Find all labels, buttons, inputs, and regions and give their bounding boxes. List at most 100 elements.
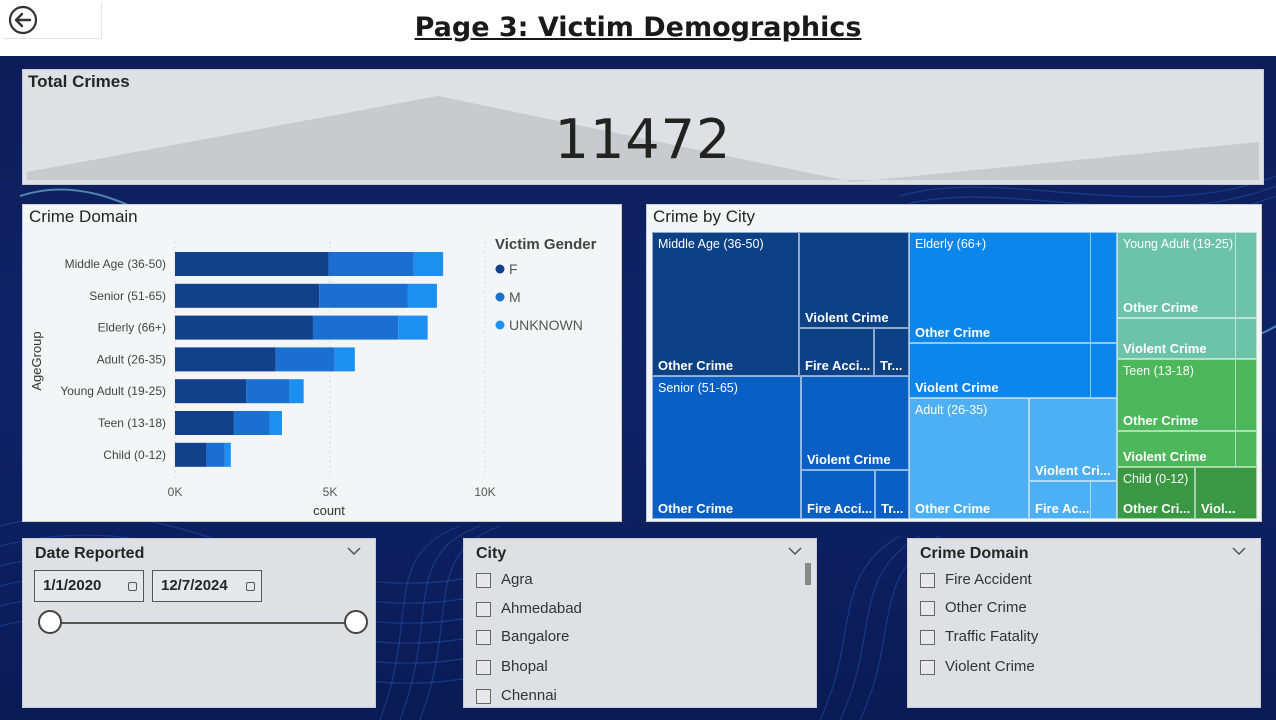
bar-segment-f [175, 442, 206, 467]
total-crimes-card[interactable]: Total Crimes 11472 [22, 69, 1264, 185]
checkbox[interactable] [920, 630, 935, 645]
category-label: Adult (26-35) [97, 352, 166, 366]
treemap-group-label: Child (0-12) [1123, 472, 1189, 486]
bar-segment-f [175, 379, 247, 404]
treemap-small-cell[interactable] [1235, 359, 1257, 431]
start-slider-handle[interactable] [38, 610, 62, 634]
treemap-cell[interactable]: Adult (26-35) Other Crime [909, 398, 1029, 519]
checkbox[interactable] [476, 573, 491, 588]
treemap-cell-label: Other Crime [915, 325, 991, 340]
legend-label: M [509, 289, 521, 305]
category-label: Young Adult (19-25) [60, 384, 166, 398]
crime-domain-slicer[interactable]: Crime Domain Fire Accident Other Crime T… [907, 538, 1261, 708]
bar-segment-m [246, 379, 290, 404]
treemap-cell[interactable]: Middle Age (36-50) Other Crime [652, 232, 799, 376]
treemap-cell-label: Other Crime [658, 501, 734, 516]
treemap-cell[interactable]: Fire Acci... [801, 470, 875, 519]
checkbox[interactable] [920, 573, 935, 588]
option-label: Fire Accident [945, 571, 1032, 588]
crime-domain-chart-card[interactable]: Crime Domain 0K 5K 10K count AgeGroup Middle … [22, 204, 622, 522]
calendar-icon[interactable] [128, 582, 137, 591]
date-slicer[interactable]: Date Reported 1/1/2020 12/7/2024 [22, 538, 376, 708]
stacked-bar-chart: 0K 5K 10K count AgeGroup Middle Age (36-50) Se… [29, 236, 597, 518]
treemap-small-cell[interactable] [1090, 481, 1117, 519]
treemap-cell-label: Other Crime [658, 358, 734, 373]
date-slicer-title: Date Reported [35, 545, 145, 562]
treemap-group-label: Elderly (66+) [915, 237, 987, 251]
treemap-cell-label: Violent Crime [807, 452, 891, 467]
legend-marker [495, 292, 505, 302]
scrollbar-thumb[interactable] [805, 563, 811, 585]
treemap-cell-label: Other Crime [1123, 300, 1199, 315]
option-label: Other Crime [945, 599, 1027, 616]
treemap-cell[interactable]: Violent Cri... [1029, 398, 1117, 481]
start-date-input[interactable]: 1/1/2020 [34, 570, 144, 602]
treemap-cell[interactable]: Tr... [874, 328, 909, 376]
chevron-down-icon[interactable] [347, 547, 361, 555]
treemap-group-label: Senior (51-65) [658, 381, 738, 395]
chevron-down-icon[interactable] [788, 547, 802, 555]
treemap-cell[interactable]: Tr... [875, 470, 909, 519]
treemap-cell[interactable]: Elderly (66+) Other Crime [909, 232, 1117, 343]
calendar-icon[interactable] [246, 582, 255, 591]
treemap-cell-label: Tr... [880, 358, 903, 373]
checkbox[interactable] [476, 660, 491, 675]
checkbox[interactable] [920, 660, 935, 675]
category-label: Senior (51-65) [89, 289, 166, 303]
legend-label: F [509, 261, 518, 277]
treemap-cell-label: Fire Ac... [1035, 501, 1090, 516]
option-label: Chennai [501, 687, 557, 704]
treemap-cell-label: Fire Acci... [807, 501, 873, 516]
kpi-label: Total Crimes [28, 72, 130, 91]
treemap-cell-label: Violent Crime [1123, 341, 1207, 356]
treemap-cell[interactable]: Violent Crime [909, 343, 1117, 398]
legend-title: Victim Gender [495, 236, 597, 253]
category-label: Child (0-12) [103, 448, 166, 462]
bar-segment-m [312, 315, 399, 340]
domain-slicer-title: Crime Domain [920, 545, 1029, 562]
treemap-small-cell[interactable] [1235, 318, 1257, 359]
legend-marker [495, 320, 505, 330]
treemap-cell[interactable]: Fire Acci... [799, 328, 874, 376]
bar-segment-m [206, 442, 225, 467]
checkbox[interactable] [476, 689, 491, 704]
checkbox[interactable] [476, 630, 491, 645]
city-slicer[interactable]: City Agra Ahmedabad Bangalore Bhopal Che… [463, 538, 817, 708]
option-label: Bhopal [501, 658, 548, 675]
end-date-input[interactable]: 12/7/2024 [152, 570, 262, 602]
legend-marker [495, 264, 505, 274]
legend-label: UNKNOWN [509, 317, 583, 333]
treemap-cell[interactable]: Senior (51-65) Other Crime [652, 376, 801, 519]
treemap-group-label: Young Adult (19-25) [1123, 237, 1234, 251]
treemap-small-cell[interactable] [1090, 343, 1117, 398]
x-axis-label: count [313, 503, 345, 518]
treemap-small-cell[interactable] [1235, 431, 1257, 467]
bar-segment-m [233, 411, 270, 435]
treemap-small-cell[interactable] [1235, 232, 1257, 318]
bar-segment-unknown [407, 283, 437, 308]
treemap-cell-label: Tr... [881, 501, 904, 516]
treemap-cell-label: Other Crime [915, 501, 991, 516]
treemap-cell-label: Violent Crime [805, 310, 889, 325]
treemap-cell[interactable]: Viol... [1195, 467, 1257, 519]
option-label: Bangalore [501, 628, 570, 645]
bar-segment-unknown [289, 379, 304, 404]
treemap-cell[interactable]: Violent Crime [801, 376, 909, 470]
treemap-small-cell[interactable] [1090, 232, 1117, 343]
treemap-cell-label: Violent Crime [915, 380, 999, 395]
checkbox[interactable] [476, 602, 491, 617]
treemap-cell[interactable]: Child (0-12) Other Cri... [1117, 467, 1195, 519]
treemap-cell[interactable]: Violent Crime [799, 232, 909, 328]
bar-segment-f [175, 347, 276, 372]
bar-segment-unknown [413, 252, 444, 276]
end-slider-handle[interactable] [344, 610, 368, 634]
chevron-down-icon[interactable] [1232, 547, 1246, 555]
checkbox[interactable] [920, 601, 935, 616]
treemap-cell-label: Viol... [1201, 501, 1236, 516]
option-label: Agra [501, 571, 533, 588]
x-tick-label: 10K [474, 485, 495, 499]
treemap-group-label: Middle Age (36-50) [658, 237, 764, 251]
crime-by-city-card[interactable]: Crime by City Middle Age (36-50) Other Cr… [646, 204, 1262, 522]
category-label: Elderly (66+) [98, 321, 166, 335]
date-range-track[interactable] [51, 622, 357, 624]
